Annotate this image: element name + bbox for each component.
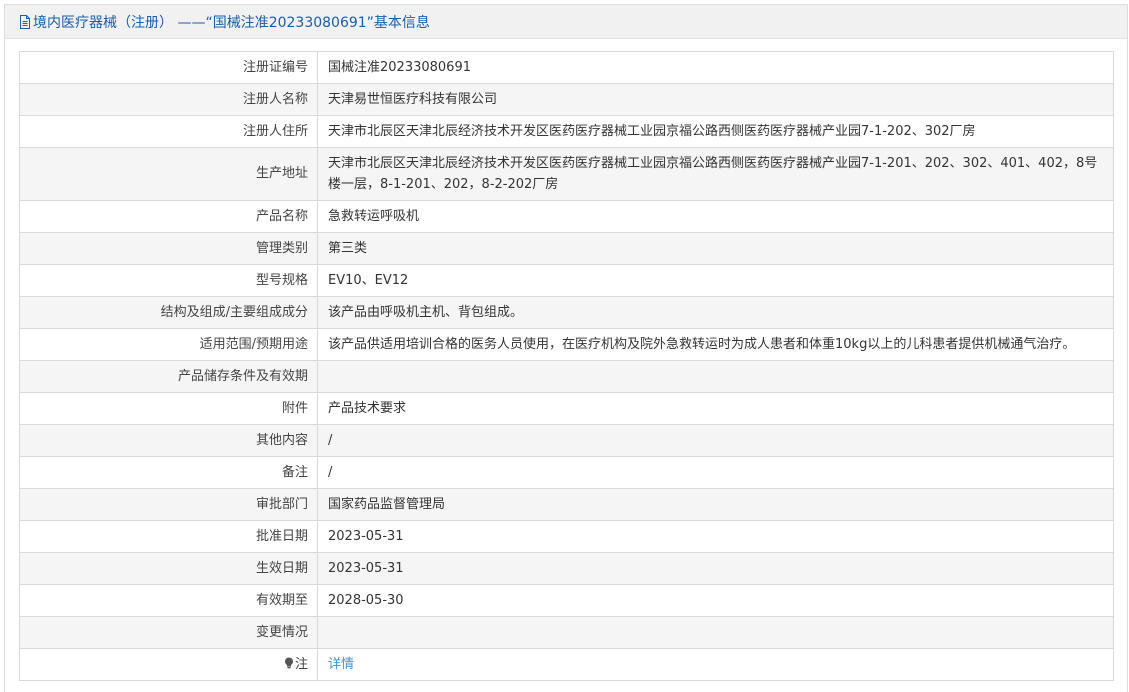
row-label: 备注	[19, 456, 318, 489]
row-value	[317, 360, 1114, 393]
row-label: 管理类别	[19, 232, 318, 265]
row-label: 注册人住所	[19, 115, 318, 148]
row-label: 其他内容	[19, 424, 318, 457]
row-value: 2023-05-31	[317, 520, 1114, 553]
row-label: 适用范围/预期用途	[19, 328, 318, 361]
page-title: 境内医疗器械（注册） ——“国械注准20233080691”基本信息	[33, 14, 430, 31]
row-value: 国械注准20233080691	[317, 51, 1114, 84]
row-value	[317, 616, 1114, 649]
row-value: 天津市北辰区天津北辰经济技术开发区医药医疗器械工业园京福公路西侧医药医疗器械产业…	[317, 115, 1114, 148]
note-label: 注	[294, 656, 308, 672]
note-row: 注 详情	[19, 648, 1114, 681]
row-value: /	[317, 456, 1114, 489]
row-label: 产品储存条件及有效期	[19, 360, 318, 393]
row-label: 生产地址	[19, 147, 318, 201]
row-label: 产品名称	[19, 200, 318, 233]
row-value: 天津市北辰区天津北辰经济技术开发区医药医疗器械工业园京福公路西侧医药医疗器械产业…	[317, 147, 1114, 201]
row-value: 该产品由呼吸机主机、背包组成。	[317, 296, 1114, 329]
row-value: 天津易世恒医疗科技有限公司	[317, 83, 1114, 116]
row-label: 注册证编号	[19, 51, 318, 84]
row-label: 有效期至	[19, 584, 318, 617]
row-value: 该产品供适用培训合格的医务人员使用，在医疗机构及院外急救转运时为成人患者和体重1…	[317, 328, 1114, 361]
table-row: 适用范围/预期用途 该产品供适用培训合格的医务人员使用，在医疗机构及院外急救转运时…	[19, 328, 1114, 361]
table-row: 注册证编号 国械注准20233080691	[19, 51, 1114, 84]
row-value: 国家药品监督管理局	[317, 488, 1114, 521]
row-value: EV10、EV12	[317, 264, 1114, 297]
lightbulb-icon	[284, 655, 294, 668]
table-row: 产品储存条件及有效期	[19, 360, 1114, 393]
table-row: 审批部门 国家药品监督管理局	[19, 488, 1114, 521]
row-label: 型号规格	[19, 264, 318, 297]
row-value: 产品技术要求	[317, 392, 1114, 425]
info-panel: 境内医疗器械（注册） ——“国械注准20233080691”基本信息 注册证编号…	[4, 4, 1128, 692]
table-row: 注册人住所 天津市北辰区天津北辰经济技术开发区医药医疗器械工业园京福公路西侧医药医…	[19, 115, 1114, 148]
table-row: 生效日期 2023-05-31	[19, 552, 1114, 585]
row-value: 2028-05-30	[317, 584, 1114, 617]
table-row: 备注 /	[19, 456, 1114, 489]
row-label: 结构及组成/主要组成成分	[19, 296, 318, 329]
details-link[interactable]: 详情	[328, 657, 354, 672]
panel-heading: 境内医疗器械（注册） ——“国械注准20233080691”基本信息	[5, 5, 1127, 39]
table-row: 附件 产品技术要求	[19, 392, 1114, 425]
row-value: 第三类	[317, 232, 1114, 265]
table-row: 生产地址 天津市北辰区天津北辰经济技术开发区医药医疗器械工业园京福公路西侧医药医疗…	[19, 147, 1114, 201]
note-label-cell: 注	[19, 648, 318, 681]
note-value: 详情	[317, 648, 1114, 681]
table-row: 批准日期 2023-05-31	[19, 520, 1114, 553]
table-row: 其他内容 /	[19, 424, 1114, 457]
row-label: 变更情况	[19, 616, 318, 649]
row-value: 急救转运呼吸机	[317, 200, 1114, 233]
row-label: 批准日期	[19, 520, 318, 553]
table-row: 有效期至 2028-05-30	[19, 584, 1114, 617]
row-label: 审批部门	[19, 488, 318, 521]
row-label: 注册人名称	[19, 83, 318, 116]
row-value: 2023-05-31	[317, 552, 1114, 585]
table-row: 变更情况	[19, 616, 1114, 649]
table-row: 注册人名称 天津易世恒医疗科技有限公司	[19, 83, 1114, 116]
info-table-body: 注册证编号 国械注准20233080691 注册人名称 天津易世恒医疗科技有限公司 …	[19, 51, 1114, 681]
document-icon	[19, 14, 31, 29]
table-row: 产品名称 急救转运呼吸机	[19, 200, 1114, 233]
row-label: 附件	[19, 392, 318, 425]
table-row: 管理类别 第三类	[19, 232, 1114, 265]
table-row: 型号规格 EV10、EV12	[19, 264, 1114, 297]
info-table: 注册证编号 国械注准20233080691 注册人名称 天津易世恒医疗科技有限公司 …	[19, 51, 1114, 681]
table-row: 结构及组成/主要组成成分 该产品由呼吸机主机、背包组成。	[19, 296, 1114, 329]
row-value: /	[317, 424, 1114, 457]
row-label: 生效日期	[19, 552, 318, 585]
